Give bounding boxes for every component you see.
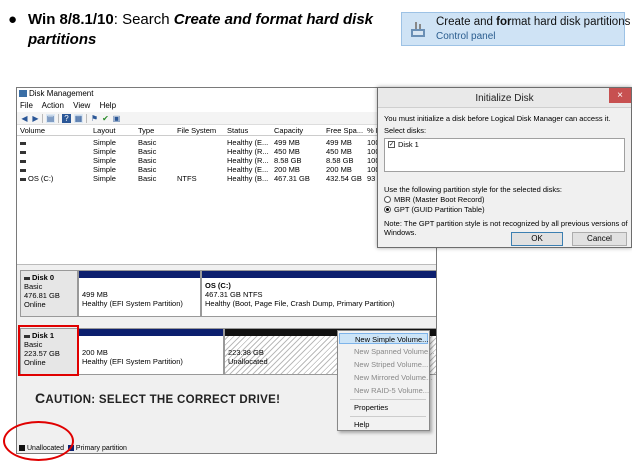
ok-button[interactable]: OK: [511, 232, 563, 246]
legend-highlight: [3, 421, 74, 461]
toolbar: ◀ ▶ ▤ ? ▦ ⚑ ✔ ▣: [17, 112, 436, 125]
volume-icon: [20, 150, 26, 154]
initialize-disk-dialog: Initialize Disk × You must initialize a …: [377, 87, 632, 248]
volume-icon: [20, 141, 26, 145]
gpt-label: GPT (GUID Partition Table): [394, 205, 485, 214]
menu-view[interactable]: View: [73, 101, 90, 110]
col-layout[interactable]: Layout: [93, 126, 116, 136]
check-icon[interactable]: ✔: [101, 114, 110, 123]
mbr-label: MBR (Master Boot Record): [394, 195, 485, 204]
select-disks-label: Select disks:: [384, 126, 427, 135]
disk-0-info[interactable]: Disk 0 Basic 476.81 GB Online: [20, 270, 78, 317]
disk-select-list: ✓ Disk 1: [384, 138, 625, 172]
menu-action[interactable]: Action: [42, 101, 64, 110]
list-view-icon[interactable]: ▤: [46, 114, 55, 123]
menu-file[interactable]: File: [20, 101, 33, 110]
menu-new-spanned-volume[interactable]: New Spanned Volume...: [339, 346, 434, 357]
properties-icon[interactable]: ⚑: [90, 114, 99, 123]
col-type[interactable]: Type: [138, 126, 154, 136]
disk-0-os-partition[interactable]: OS (C:) 467.31 GB NTFS Healthy (Boot, Pa…: [201, 270, 436, 317]
mbr-radio[interactable]: [384, 196, 391, 203]
menu-help-item[interactable]: Help: [339, 419, 428, 430]
col-status[interactable]: Status: [227, 126, 248, 136]
dialog-titlebar: Initialize Disk ×: [378, 88, 631, 108]
volume-icon: [20, 159, 26, 163]
disk-list-icon[interactable]: ▦: [74, 114, 83, 123]
disk-1-list-item[interactable]: Disk 1: [398, 140, 419, 149]
menu-bar: File Action View Help: [17, 100, 123, 112]
disk-0-efi-partition[interactable]: 499 MB Healthy (EFI System Partition): [78, 270, 201, 317]
disk-management-icon: [19, 90, 27, 97]
col-file-system[interactable]: File System: [177, 126, 216, 136]
menu-new-simple-volume[interactable]: New Simple Volume...: [339, 333, 428, 344]
volume-row[interactable]: Simple Basic Healthy (E... 200 MB 200 MB…: [17, 165, 436, 174]
legend-primary: Primary partition: [75, 445, 127, 452]
dialog-message: You must initialize a disk before Logica…: [384, 114, 611, 123]
refresh-icon[interactable]: ▣: [112, 114, 121, 123]
cancel-button[interactable]: Cancel: [572, 232, 627, 246]
legend: Unallocated Primary partition: [17, 442, 436, 453]
window-title: Disk Management: [17, 88, 436, 100]
search-result-tile[interactable]: Create and format hard disk partitions C…: [401, 12, 630, 46]
volume-icon: [20, 168, 26, 172]
disk-1-checkbox[interactable]: ✓: [388, 141, 395, 148]
menu-help[interactable]: Help: [100, 101, 116, 110]
help-icon[interactable]: ?: [62, 114, 71, 123]
dialog-note-line2: Windows.: [384, 228, 417, 237]
bullet: ●: [8, 11, 18, 28]
caution-text: CAUTION: SELECT THE CORRECT DRIVE!: [35, 390, 281, 406]
volume-list-header: Volume Layout Type File System Status Ca…: [17, 126, 436, 136]
dialog-title: Initialize Disk: [475, 93, 534, 104]
col-volume[interactable]: Volume: [20, 126, 45, 136]
menu-new-mirrored-volume[interactable]: New Mirrored Volume...: [339, 372, 432, 383]
disk-1-highlight: [18, 325, 79, 376]
back-arrow-icon[interactable]: ◀: [20, 114, 29, 123]
menu-properties[interactable]: Properties: [339, 402, 428, 413]
col-free-space[interactable]: Free Spa...: [326, 126, 363, 136]
disk-0-row: Disk 0 Basic 476.81 GB Online 499 MB Hea…: [20, 270, 436, 317]
partition-style-label: Use the following partition style for th…: [384, 185, 563, 194]
dialog-note-line1: Note: The GPT partition style is not rec…: [384, 219, 628, 228]
control-panel-icon: [411, 22, 425, 37]
col-capacity[interactable]: Capacity: [274, 126, 303, 136]
menu-new-striped-volume[interactable]: New Striped Volume...: [339, 359, 428, 370]
volume-row[interactable]: Simple Basic Healthy (R... 450 MB 450 MB…: [17, 147, 436, 156]
menu-new-raid5-volume[interactable]: New RAID-5 Volume...: [339, 385, 429, 396]
gpt-radio[interactable]: [384, 206, 391, 213]
volume-row[interactable]: OS (C:) Simple Basic NTFS Healthy (B... …: [17, 174, 436, 183]
search-result-title: Create and format hard disk partitions: [436, 16, 631, 28]
volume-row[interactable]: Simple Basic Healthy (R... 8.58 GB 8.58 …: [17, 156, 436, 165]
disk-1-efi-partition[interactable]: 200 MB Healthy (EFI System Partition): [78, 328, 224, 375]
search-result-subtitle: Control panel: [436, 31, 496, 42]
forward-arrow-icon[interactable]: ▶: [31, 114, 40, 123]
context-menu: New Simple Volume... New Spanned Volume.…: [337, 330, 434, 431]
instruction-os: Win 8/8.1/10: [28, 11, 114, 28]
close-icon[interactable]: ×: [609, 88, 631, 103]
instruction-sep: : Search: [113, 11, 174, 28]
volume-icon: [20, 177, 26, 181]
instruction-text: ● Win 8/8.1/10: Search Create and format…: [8, 10, 388, 50]
volume-row[interactable]: Simple Basic Healthy (E... 499 MB 499 MB…: [17, 138, 436, 147]
